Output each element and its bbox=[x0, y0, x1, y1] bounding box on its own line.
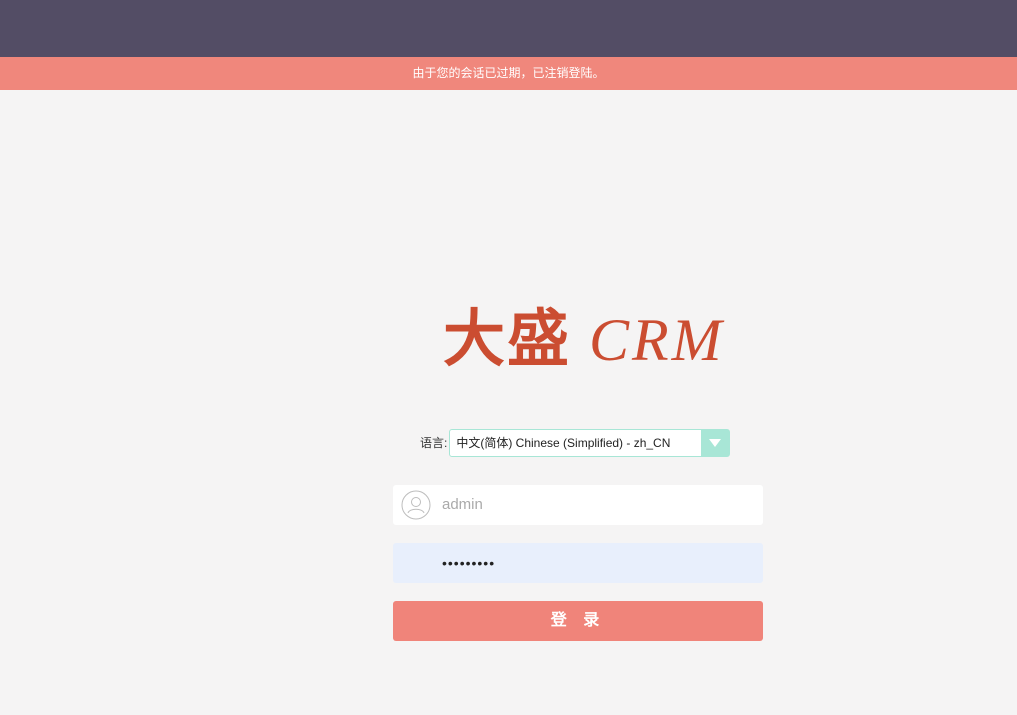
language-label: 语言: bbox=[420, 436, 448, 450]
username-input[interactable]: admin bbox=[442, 485, 483, 525]
alert-message: 由于您的会话已过期，已注销登陆。 bbox=[412, 66, 605, 80]
password-input[interactable]: ••••••••• bbox=[442, 543, 495, 583]
language-selected-value: 中文(简体) Chinese (Simplified) - zh_CN bbox=[456, 436, 671, 450]
logo-chinese-text: 大盛 bbox=[443, 302, 572, 375]
logo-english-text: CRM bbox=[589, 307, 725, 373]
login-button[interactable]: 登 录 bbox=[393, 601, 763, 641]
user-icon bbox=[401, 490, 431, 520]
language-row: 语言: 中文(简体) Chinese (Simplified) - zh_CN bbox=[420, 429, 731, 457]
chevron-down-icon[interactable] bbox=[701, 430, 730, 456]
top-header-bar bbox=[0, 0, 1017, 57]
brand-logo: 大盛 CRM bbox=[443, 288, 725, 375]
session-expired-alert: 由于您的会话已过期，已注销登陆。 bbox=[0, 57, 1017, 90]
username-field[interactable]: admin bbox=[393, 485, 763, 525]
language-select[interactable]: 中文(简体) Chinese (Simplified) - zh_CN bbox=[449, 429, 731, 457]
password-field[interactable]: ••••••••• bbox=[393, 543, 763, 583]
